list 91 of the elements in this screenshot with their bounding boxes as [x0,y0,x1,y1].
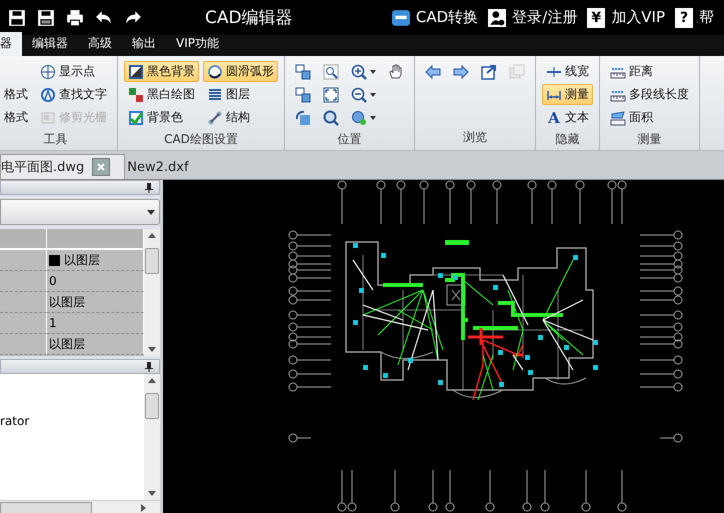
group-title: 隐藏 [554,131,580,148]
color-swatch [49,254,60,266]
scrollbar[interactable] [144,229,160,356]
ribbon-button[interactable]: 黑色背景 [124,61,199,82]
crosshair-icon [40,64,56,80]
ribbon-button[interactable]: 查找文字 [36,84,111,105]
close-button[interactable] [92,158,110,176]
globe-icon [351,110,367,126]
menu-tab[interactable]: 高级 [78,32,122,56]
pin-icon [145,182,153,192]
right-arrow-icon [453,64,469,80]
toolbar-button[interactable] [8,8,26,26]
char-badge: ¥ [587,8,606,28]
property-name-cell[interactable] [0,334,47,355]
magnifier-icon [323,64,339,80]
frame-icon [323,86,339,102]
scroll-thumb[interactable] [145,393,159,419]
ribbon-button[interactable]: 图层 [203,84,278,105]
scroll-up-icon [148,378,156,383]
header-link[interactable]: CAD转换 [392,8,478,27]
hand-icon [388,64,404,80]
header-link[interactable]: ¥ 加入VIP [587,8,665,28]
circle-icon [207,64,223,80]
property-name-cell[interactable] [0,271,47,292]
group-title: 测量 [636,131,662,148]
scroll-thumb[interactable] [145,248,159,274]
property-name-cell[interactable] [0,292,47,313]
layers-icon [207,86,223,102]
square-icon [128,64,144,80]
menu-tab[interactable]: VIP功能 [166,32,229,56]
ribbon-button[interactable]: 显示点 [36,61,111,82]
menu-tab[interactable]: 编辑器 [22,32,78,56]
zoom-in-icon [351,64,367,80]
ribbon-button[interactable]: 黑白绘图 [124,84,199,105]
copy-icon [509,64,525,80]
link-icon [207,110,223,126]
ribbon-button[interactable]: 线宽 [542,61,593,82]
group-title: 工具 [42,131,68,148]
toolbar-button[interactable] [37,8,55,26]
export-icon [481,64,497,80]
image-icon [128,110,144,126]
scroll-down-icon [148,491,156,496]
ribbon-button[interactable]: 背景色 [124,107,199,128]
windows-icon [295,86,311,102]
letter-icon: A [546,108,562,126]
dropdown[interactable] [0,199,160,225]
group-title: CAD绘图设置 [163,131,239,148]
ribbon-button[interactable]: 圆滑弧形 [203,61,278,82]
printer-icon [66,8,84,26]
property-name-cell[interactable] [0,250,47,271]
document-tab[interactable]: 电平面图.dwg [0,154,126,179]
left-arrow-icon [425,64,441,80]
rotate-icon [295,110,311,126]
header-link[interactable]: 登录/注册 [488,8,578,27]
ribbon-button[interactable]: 多段线长度 [606,84,693,105]
scrollbar[interactable] [144,374,160,500]
char-badge: ? [675,8,693,28]
group-title: 位置 [336,131,362,148]
close-icon [97,163,106,171]
ribbon-button[interactable]: 面积 [606,107,693,128]
property-name-cell[interactable] [0,313,47,334]
windows-icon [295,64,311,80]
caret-icon [147,210,155,214]
ribbon-button[interactable]: 格式 [0,84,32,105]
scroll-down-icon [148,347,156,352]
magnifier-icon [323,110,339,126]
toolbar-button[interactable] [66,8,84,26]
ribbon-button[interactable]: A 文本 [542,107,593,128]
user-icon [488,8,506,26]
header-link[interactable]: ? 帮 [675,8,714,28]
ribbon-button[interactable]: 格式 [0,107,32,128]
grid-icon [128,86,144,102]
group-title: 浏览 [462,129,488,146]
ribbon-button[interactable]: 结构 [203,107,278,128]
zoom-out-icon [351,86,367,102]
ruler-icon [610,110,626,126]
ribbon-button[interactable]: 测量 [542,84,593,105]
menu-tab[interactable]: 器 [0,32,22,56]
image-frame-icon [40,110,56,126]
scroll-thumb[interactable] [0,502,92,513]
menu-tab[interactable]: 输出 [122,32,166,56]
scroll-right-icon [141,504,146,512]
window-title: CAD编辑器 [205,7,293,29]
scroll-up-icon [148,233,156,238]
app-logo-icon [392,8,410,26]
document-tab[interactable]: New2.dxf [127,155,203,179]
pin-icon [145,362,153,372]
scrollbar[interactable] [0,500,160,513]
letter-circle-icon [40,86,56,102]
ribbon-button[interactable]: 距离 [606,61,693,82]
info-text: rator [0,413,30,430]
